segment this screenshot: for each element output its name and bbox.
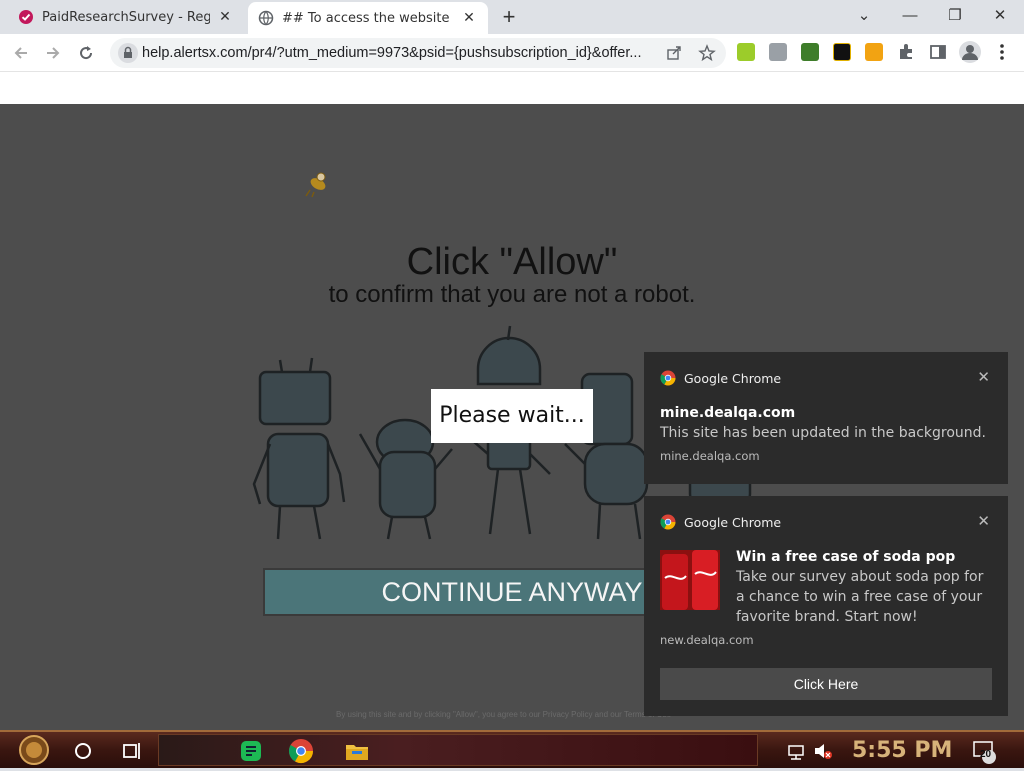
address-bar[interactable]: help.alertsx.com/pr4/?utm_medium=9973&ps… [110, 38, 726, 68]
tab-title: ## To access the website click [282, 10, 454, 26]
notes-app-icon[interactable] [238, 738, 264, 764]
notification-title: Win a free case of soda pop [736, 549, 956, 565]
please-wait-box: Please wait... [431, 389, 593, 443]
start-button-icon[interactable] [12, 734, 56, 766]
black-yellow-extension-icon[interactable] [833, 43, 851, 61]
orange-extension-icon[interactable] [865, 43, 883, 61]
url-text[interactable]: help.alertsx.com/pr4/?utm_medium=9973&ps… [142, 45, 662, 61]
notification-title: mine.dealqa.com [660, 405, 796, 421]
minimize-button[interactable]: — [890, 4, 930, 28]
new-tab-button[interactable]: + [496, 4, 522, 30]
reload-icon[interactable] [73, 40, 99, 66]
chrome-notification[interactable]: Google Chrome ✕ mine.dealqa.com This sit… [644, 352, 1008, 484]
close-tab-icon[interactable]: ✕ [216, 9, 234, 25]
menu-icon[interactable] [996, 43, 1008, 66]
star-icon[interactable] [698, 44, 716, 67]
checkmark-heart-favicon-icon [18, 9, 34, 25]
close-tab-icon[interactable]: ✕ [460, 10, 478, 26]
gamepad-extension-icon[interactable] [769, 43, 787, 61]
forward-arrow-icon[interactable] [40, 40, 66, 66]
tab-search-icon[interactable]: ⌄ [844, 4, 884, 28]
browser-toolbar: help.alertsx.com/pr4/?utm_medium=9973&ps… [0, 34, 1024, 72]
chrome-notification[interactable]: Google Chrome ✕ Win a free case of soda … [644, 496, 1008, 716]
close-window-button[interactable]: ✕ [980, 4, 1020, 28]
tab-paidresearchsurvey[interactable]: PaidResearchSurvey - Register ✕ [8, 0, 244, 34]
android-extension-icon[interactable] [737, 43, 755, 61]
notification-body: This site has been updated in the backgr… [660, 425, 986, 441]
tab-title: PaidResearchSurvey - Register [42, 9, 210, 25]
notification-app-name: Google Chrome [684, 514, 782, 530]
lock-icon[interactable] [118, 43, 138, 63]
action-center-icon[interactable]: 20 [972, 738, 998, 764]
green-extension-icon[interactable] [801, 43, 819, 61]
maximize-button[interactable]: ❐ [935, 4, 975, 28]
search-circle-icon[interactable] [70, 738, 96, 764]
notification-app-name: Google Chrome [684, 370, 782, 386]
taskbar: 5:55 PM 20 [0, 730, 1024, 768]
page-headline: Click "Allow" [406, 241, 618, 283]
page-subheadline: to confirm that you are not a robot. [328, 281, 696, 308]
notification-source: new.dealqa.com [660, 633, 754, 647]
legal-text: By using this site and by clicking "Allo… [336, 710, 672, 719]
back-arrow-icon[interactable] [8, 40, 34, 66]
notification-source: mine.dealqa.com [660, 449, 760, 463]
notification-header: Google Chrome [660, 370, 781, 386]
globe-icon [258, 10, 274, 26]
profile-icon[interactable] [959, 41, 981, 63]
sidebar-icon[interactable] [929, 43, 947, 66]
clock[interactable]: 5:55 PM [852, 738, 952, 763]
file-explorer-icon[interactable] [344, 738, 370, 764]
page-top-strip [0, 72, 1024, 104]
click-here-button[interactable]: Click Here [660, 668, 992, 700]
close-icon[interactable]: ✕ [977, 368, 990, 386]
notification-header: Google Chrome [660, 514, 781, 530]
volume-muted-icon[interactable] [812, 738, 834, 764]
share-icon[interactable] [666, 45, 682, 66]
extensions-icon[interactable] [897, 43, 915, 66]
chrome-icon[interactable] [288, 738, 314, 764]
chrome-icon [660, 370, 676, 386]
task-view-icon[interactable] [118, 738, 144, 764]
notification-body: Take our survey about soda pop for a cha… [736, 569, 984, 625]
network-icon[interactable] [786, 738, 806, 764]
close-icon[interactable]: ✕ [977, 512, 990, 530]
tab-access-website[interactable]: ## To access the website click ✕ [248, 2, 488, 34]
notification-count: 20 [980, 749, 992, 760]
tab-strip: PaidResearchSurvey - Register ✕ ## To ac… [0, 0, 1024, 34]
soda-cans-image [660, 550, 720, 610]
chrome-icon [660, 514, 676, 530]
bee-icon [304, 168, 336, 203]
